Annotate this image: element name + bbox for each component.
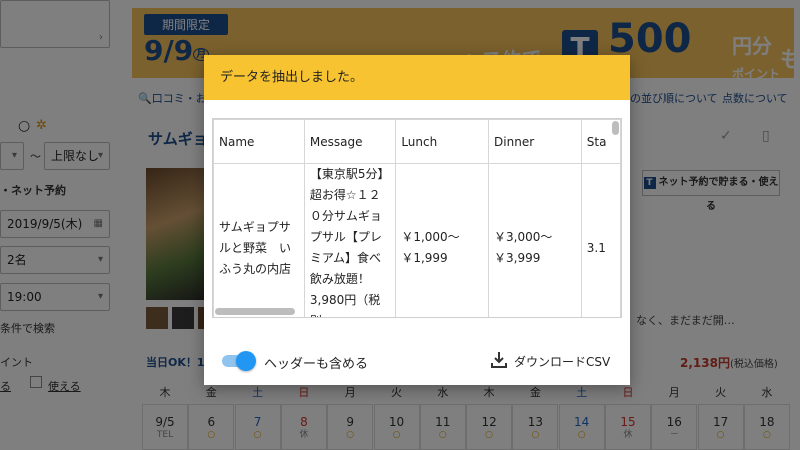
cell-lunch: ￥1,000～￥1,999 [395, 163, 490, 317]
column-header-dinner: Dinner [488, 119, 582, 164]
download-csv-label: ダウンロードCSV [514, 355, 611, 369]
data-table: Name Message Lunch Dinner Sta サムギョプサルと野菜… [213, 119, 621, 317]
table-row: サムギョプサルと野菜 いふう丸の内店 【東京駅5分】超お得☆１２０分サムギョプサ… [213, 163, 621, 317]
column-header-message: Message [303, 119, 397, 164]
column-header-name: Name [213, 119, 305, 164]
download-csv-button[interactable]: ダウンロードCSV [490, 350, 616, 372]
dialog-header: データを抽出しました。 [204, 55, 630, 100]
column-header-lunch: Lunch [395, 119, 490, 164]
horizontal-scrollbar[interactable] [215, 308, 610, 315]
cell-dinner: ￥3,000～￥3,999 [488, 163, 582, 317]
table-header-row: Name Message Lunch Dinner Sta [213, 119, 621, 164]
vertical-scrollbar-thumb[interactable] [612, 121, 619, 135]
vertical-scrollbar[interactable] [612, 121, 619, 307]
toggle-knob [236, 351, 256, 371]
data-table-container[interactable]: Name Message Lunch Dinner Sta サムギョプサルと野菜… [212, 118, 622, 318]
cell-message: 【東京駅5分】超お得☆１２０分サムギョプサル【プレミアム】食べ飲み放題！ 3,9… [303, 163, 397, 317]
download-icon [491, 352, 507, 368]
cell-name: サムギョプサルと野菜 いふう丸の内店 [213, 163, 305, 317]
horizontal-scrollbar-thumb[interactable] [215, 308, 295, 315]
include-header-toggle[interactable] [220, 351, 256, 371]
extract-dialog: データを抽出しました。 Name Message Lunch Dinner St… [204, 55, 630, 385]
include-header-label[interactable]: ヘッダーも含める [264, 353, 368, 372]
